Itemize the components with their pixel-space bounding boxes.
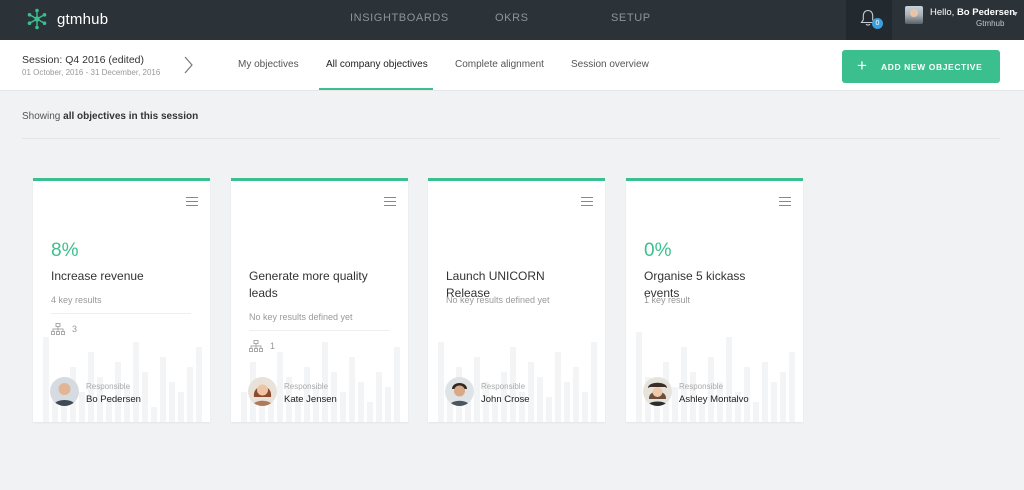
owner-name[interactable]: John Crose [481, 394, 530, 405]
user-avatar[interactable] [905, 6, 923, 24]
card-background-bars [626, 312, 803, 422]
owner-name[interactable]: Kate Jensen [284, 394, 337, 405]
aligned-objectives-count: 1 [270, 341, 276, 351]
key-results-count[interactable]: 1 key result [644, 295, 690, 305]
app-name: gtmhub [57, 10, 109, 28]
objective-card[interactable]: 8% Increase revenue 4 key results 3 Resp… [33, 178, 210, 422]
add-new-objective-button[interactable]: + ADD NEW OBJECTIVE [842, 50, 1000, 83]
nav-okrs[interactable]: OKRS [495, 12, 529, 24]
card-background-bars [231, 312, 408, 422]
nav-insightboards[interactable]: INSIGHTBOARDS [350, 12, 449, 24]
objective-card[interactable]: 0% Organise 5 kickass events 1 key resul… [626, 178, 803, 422]
notification-count-badge: 0 [872, 18, 883, 29]
filter-summary: Showing all objectives in this session [22, 111, 199, 122]
owner-avatar [248, 377, 277, 406]
plus-icon: + [857, 56, 868, 75]
card-background-bars [428, 312, 605, 422]
user-greeting[interactable]: Hello, Bo Pedersen [930, 7, 1015, 18]
divider [22, 138, 1000, 139]
logo-icon [27, 8, 47, 30]
tab-complete-alignment[interactable]: Complete alignment [455, 59, 544, 70]
tab-my-objectives[interactable]: My objectives [238, 59, 299, 70]
responsible-label: Responsible [86, 382, 131, 391]
hierarchy-icon [249, 340, 263, 352]
divider [249, 330, 389, 331]
aligned-objectives-count: 3 [72, 324, 78, 334]
responsible-label: Responsible [481, 382, 526, 391]
owner-name[interactable]: Ashley Montalvo [679, 394, 749, 405]
objective-title[interactable]: Increase revenue [51, 268, 191, 285]
card-menu-icon[interactable] [186, 197, 198, 206]
active-tab-indicator [319, 88, 433, 90]
objective-title[interactable]: Generate more quality leads [249, 268, 389, 302]
responsible-label: Responsible [679, 382, 724, 391]
key-results-count[interactable]: No key results defined yet [446, 295, 550, 305]
user-name: Bo Pedersen [956, 7, 1016, 18]
objective-card[interactable]: Launch UNICORN Release No key results de… [428, 178, 605, 422]
notifications-button[interactable]: 0 [846, 0, 892, 40]
tab-all-company-objectives[interactable]: All company objectives [326, 59, 428, 70]
key-results-count[interactable]: No key results defined yet [249, 312, 353, 322]
top-bar: gtmhub INSIGHTBOARDS OKRS SETUP 0 Hello,… [0, 0, 1024, 40]
caret-down-icon[interactable]: ▼ [1012, 11, 1019, 18]
logo[interactable]: gtmhub [26, 8, 108, 30]
session-header: Session: Q4 2016 (edited) 01 October, 20… [0, 40, 1024, 91]
owner-avatar [643, 377, 672, 406]
chevron-right-icon[interactable] [181, 54, 195, 76]
divider [51, 313, 191, 314]
owner-avatar [50, 377, 79, 406]
session-dates: 01 October, 2016 - 31 December, 2016 [22, 68, 161, 77]
responsible-label: Responsible [284, 382, 329, 391]
objective-card[interactable]: Generate more quality leads No key resul… [231, 178, 408, 422]
hierarchy-icon [51, 323, 65, 335]
add-button-label: ADD NEW OBJECTIVE [881, 62, 983, 72]
session-title[interactable]: Session: Q4 2016 (edited) [22, 54, 144, 66]
card-menu-icon[interactable] [779, 197, 791, 206]
objective-progress: 8% [51, 240, 79, 261]
owner-avatar [445, 377, 474, 406]
card-menu-icon[interactable] [581, 197, 593, 206]
tab-session-overview[interactable]: Session overview [571, 59, 649, 70]
card-menu-icon[interactable] [384, 197, 396, 206]
nav-setup[interactable]: SETUP [611, 12, 651, 24]
user-organization: Gtmhub [976, 19, 1005, 28]
key-results-count[interactable]: 4 key results [51, 295, 102, 305]
owner-name[interactable]: Bo Pedersen [86, 394, 141, 405]
objective-progress: 0% [644, 240, 672, 261]
